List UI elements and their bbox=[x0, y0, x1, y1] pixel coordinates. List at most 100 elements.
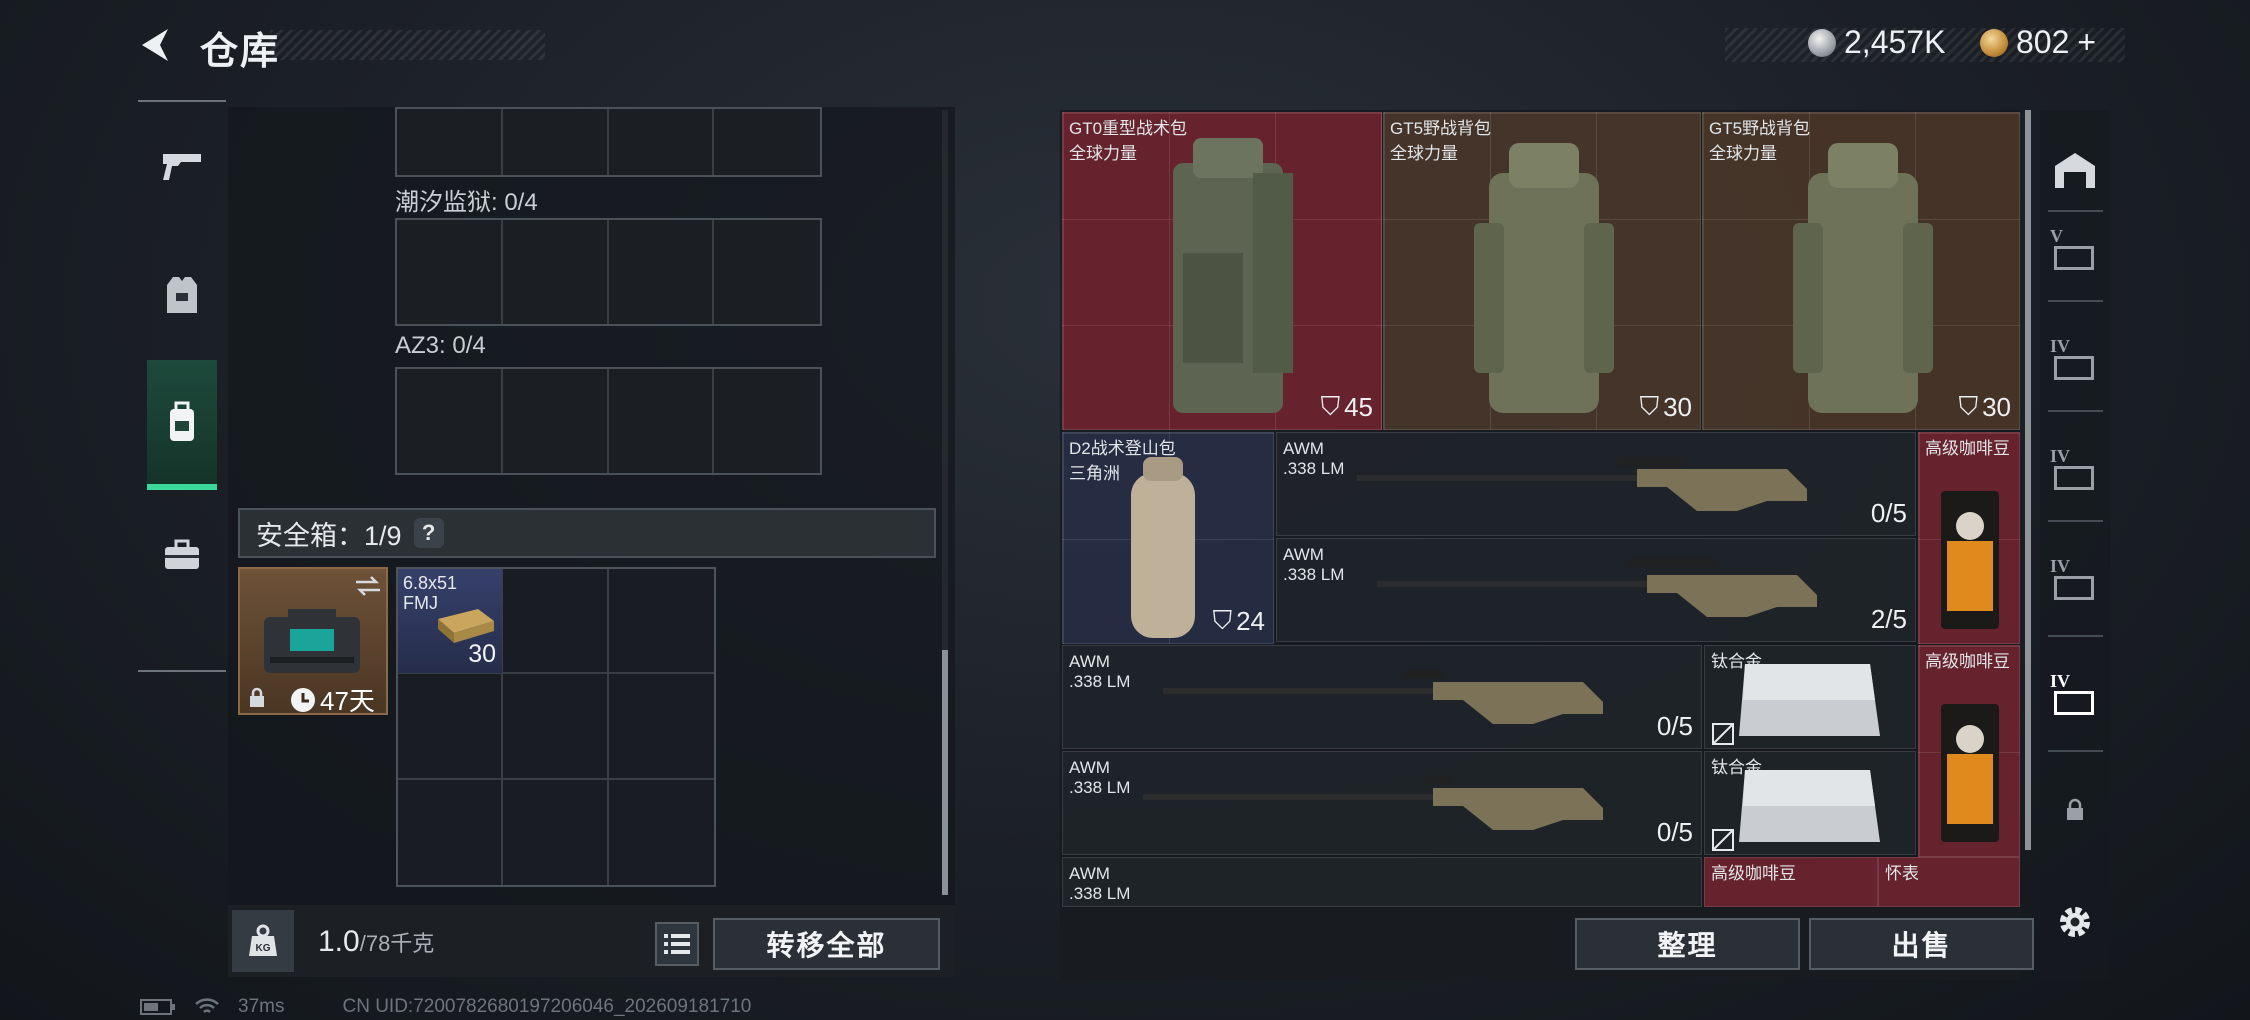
stash-item-awm-1[interactable]: AWM .338 LM 0/5 bbox=[1276, 432, 1916, 536]
tab-separator bbox=[2048, 210, 2103, 212]
safe-case-item[interactable]: 47天 bbox=[238, 567, 388, 716]
tide-prison-label: 潮汐监狱: 0/4 bbox=[395, 189, 538, 216]
clock-icon bbox=[291, 687, 315, 712]
container-grid-top[interactable] bbox=[395, 107, 822, 177]
weight-value: 1.0 bbox=[318, 925, 360, 958]
item-caliber: .338 LM bbox=[1069, 672, 1131, 691]
safe-box-help-button[interactable]: ? bbox=[413, 518, 444, 548]
gold-coin-icon bbox=[1980, 28, 2008, 57]
tide-prison-grid[interactable] bbox=[395, 218, 822, 326]
lock-icon bbox=[250, 687, 264, 707]
stash-item-titanium-1[interactable]: 钛合金 bbox=[1704, 645, 1916, 749]
briefcase-icon bbox=[165, 539, 199, 569]
stash-scrollbar-thumb[interactable] bbox=[2025, 110, 2031, 850]
armor-icon bbox=[167, 277, 197, 313]
no-transfer-icon bbox=[1712, 723, 1734, 745]
stash-item-gt5-a[interactable]: GT5野战背包 全球力量 ⛉ 30 bbox=[1383, 112, 1701, 430]
weight-lock-button[interactable]: KG bbox=[232, 910, 294, 972]
backpack-icon bbox=[170, 401, 194, 441]
tab-separator bbox=[2048, 410, 2103, 412]
nav-briefcase[interactable] bbox=[138, 490, 226, 620]
sell-button[interactable]: 出售 bbox=[1809, 918, 2034, 970]
stash-item-awm-2[interactable]: AWM .338 LM 2/5 bbox=[1276, 538, 1916, 642]
swap-icon[interactable] bbox=[354, 575, 382, 597]
sniper-rifle-image bbox=[1357, 457, 1807, 511]
lock-icon bbox=[2067, 798, 2083, 820]
safe-case-days: 47天 bbox=[320, 686, 375, 716]
stash-tab-1[interactable]: V bbox=[2045, 220, 2105, 280]
stash-item-titanium-2[interactable]: 钛合金 bbox=[1704, 751, 1916, 855]
field-backpack-image bbox=[1793, 143, 1933, 413]
nav-armor[interactable] bbox=[138, 230, 226, 360]
nav-pistol[interactable] bbox=[138, 100, 226, 230]
tab-separator bbox=[2048, 635, 2103, 637]
stash-page-icon: IV bbox=[2050, 336, 2100, 382]
tab-separator bbox=[2048, 750, 2103, 752]
sniper-rifle-image bbox=[1377, 557, 1817, 617]
add-currency-button[interactable]: + bbox=[2077, 24, 2096, 61]
stash-tab-4[interactable]: IV bbox=[2045, 550, 2105, 610]
ammo-name-line1: 6.8x51 bbox=[403, 573, 458, 593]
stash-item-gt0[interactable]: GT0重型战术包 全球力量 ⛉ 45 bbox=[1062, 112, 1382, 430]
stash-tab-2[interactable]: IV bbox=[2045, 330, 2105, 390]
backpack-capacity-icon: ⛉ bbox=[1320, 391, 1341, 421]
item-name: AWM bbox=[1069, 864, 1110, 883]
safe-box-label: 安全箱：1/9 bbox=[256, 520, 402, 551]
item-caliber: .338 LM bbox=[1069, 884, 1131, 903]
backpack-capacity-icon: ⛉ bbox=[1639, 391, 1660, 421]
stash-item-coffee-3[interactable]: 高级咖啡豆 bbox=[1704, 857, 1878, 907]
item-brand: 全球力量 bbox=[1069, 144, 1137, 163]
gear-icon bbox=[2060, 907, 2090, 937]
stash-item-awm-3[interactable]: AWM .338 LM 0/5 bbox=[1062, 645, 1702, 749]
stash-tab-locked[interactable] bbox=[2045, 780, 2105, 840]
tier-label: IV bbox=[2050, 446, 2071, 466]
stash-tab-all[interactable] bbox=[2045, 140, 2105, 200]
item-brand: 三角洲 bbox=[1069, 464, 1120, 483]
item-brand: 全球力量 bbox=[1709, 144, 1777, 163]
uid-readout: CN UID:7200782680197206046_202609181710 bbox=[342, 996, 752, 1017]
titanium-plate-image bbox=[1739, 770, 1880, 842]
ammo-qty: 30 bbox=[468, 640, 496, 668]
gold-amount: 802 bbox=[2016, 24, 2070, 60]
svg-text:KG: KG bbox=[256, 943, 271, 954]
list-view-button[interactable] bbox=[655, 922, 699, 966]
stash-tab-5-active[interactable]: IV bbox=[2045, 665, 2105, 725]
titanium-plate-image bbox=[1739, 664, 1880, 736]
status-bar: 37ms CN UID:7200782680197206046_20260918… bbox=[140, 996, 751, 1018]
item-name: 高级咖啡豆 bbox=[1925, 439, 2010, 458]
item-name: 怀表 bbox=[1885, 864, 1919, 883]
stash-item-coffee-2[interactable]: 高级咖啡豆 bbox=[1918, 645, 2020, 857]
stash-item-gt5-b[interactable]: GT5野战背包 全球力量 ⛉ 30 bbox=[1702, 112, 2020, 430]
left-scrollbar-thumb[interactable] bbox=[942, 650, 948, 895]
transfer-all-button[interactable]: 转移全部 bbox=[713, 918, 940, 970]
nav-backpack[interactable] bbox=[147, 360, 217, 490]
ammo-item[interactable]: 6.8x51 FMJ 30 bbox=[398, 569, 502, 673]
back-button[interactable] bbox=[135, 22, 181, 68]
item-caliber: .338 LM bbox=[1283, 565, 1345, 584]
field-backpack-image bbox=[1474, 143, 1614, 413]
item-capacity: ⛉ 30 bbox=[1639, 391, 1692, 422]
item-durability: 0/5 bbox=[1870, 498, 1907, 528]
stash-item-d2[interactable]: D2战术登山包 三角洲 ⛉ 24 bbox=[1062, 432, 1274, 644]
pistol-icon bbox=[163, 154, 201, 180]
item-capacity: ⛉ 45 bbox=[1320, 391, 1373, 422]
stash-item-awm-4[interactable]: AWM .338 LM 0/5 bbox=[1062, 751, 1702, 855]
settings-button[interactable] bbox=[2045, 892, 2105, 952]
tier-label: IV bbox=[2050, 671, 2071, 691]
stash-page-icon: IV bbox=[2050, 671, 2100, 717]
item-brand: 全球力量 bbox=[1390, 144, 1458, 163]
stash-item-pocket-watch[interactable]: 怀表 bbox=[1878, 857, 2020, 907]
stash-tab-3[interactable]: IV bbox=[2045, 440, 2105, 500]
stash-item-coffee-1[interactable]: 高级咖啡豆 bbox=[1918, 432, 2020, 644]
no-transfer-icon bbox=[1712, 829, 1734, 851]
sort-button[interactable]: 整理 bbox=[1575, 918, 1800, 970]
az3-grid[interactable] bbox=[395, 367, 822, 475]
stash-item-awm-5[interactable]: AWM .338 LM bbox=[1062, 857, 1702, 907]
item-caliber: .338 LM bbox=[1283, 459, 1345, 478]
item-durability: 2/5 bbox=[1870, 604, 1907, 634]
stash-page-icon: IV bbox=[2050, 556, 2100, 602]
wifi-icon bbox=[195, 998, 219, 1013]
list-icon bbox=[664, 934, 690, 954]
gold-currency[interactable]: 802 + bbox=[1980, 24, 2096, 61]
item-capacity: ⛉ 30 bbox=[1958, 391, 2011, 422]
